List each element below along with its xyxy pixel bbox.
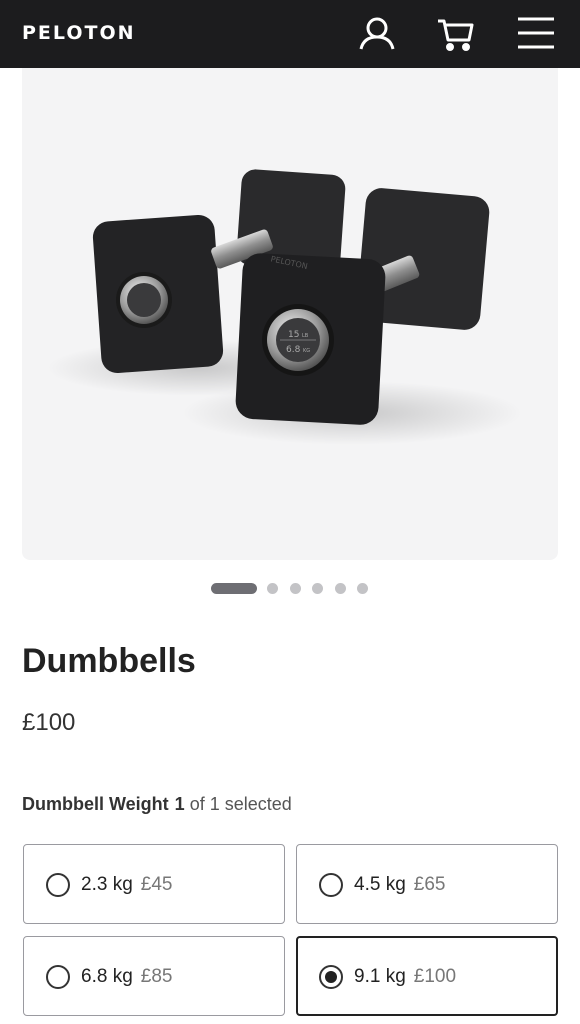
option-weight: 9.1 kg bbox=[354, 966, 406, 987]
product-image[interactable]: 15 LB 6.8 KG PELOTON bbox=[22, 68, 558, 560]
engraving-kg: 6.8 bbox=[286, 345, 301, 355]
product-price: £100 bbox=[22, 709, 76, 736]
selected-suffix: of 1 selected bbox=[189, 794, 292, 814]
carousel-dot-5[interactable] bbox=[335, 583, 346, 594]
cart-icon[interactable] bbox=[435, 14, 475, 54]
carousel-dot-2[interactable] bbox=[267, 583, 278, 594]
carousel-dot-3[interactable] bbox=[290, 583, 301, 594]
weight-option-2-3kg[interactable]: 2.3 kg £45 bbox=[23, 844, 285, 924]
carousel-pagination bbox=[0, 583, 580, 595]
option-weight: 2.3 kg bbox=[81, 874, 133, 895]
option-text: 4.5 kg £65 bbox=[354, 874, 445, 896]
option-weight: 4.5 kg bbox=[354, 874, 406, 895]
top-navigation-bar: PELOTON bbox=[0, 0, 580, 68]
menu-icon[interactable] bbox=[516, 14, 556, 54]
carousel-dot-4[interactable] bbox=[312, 583, 323, 594]
carousel-dot-1[interactable] bbox=[211, 583, 257, 594]
radio-button[interactable] bbox=[46, 965, 70, 989]
option-price: £85 bbox=[140, 966, 173, 987]
option-price: £45 bbox=[140, 874, 173, 895]
weight-option-4-5kg[interactable]: 4.5 kg £65 bbox=[296, 844, 558, 924]
radio-button[interactable] bbox=[46, 873, 70, 897]
option-text: 9.1 kg £100 bbox=[354, 966, 456, 988]
option-price: £65 bbox=[413, 874, 446, 895]
weight-option-6-8kg[interactable]: 6.8 kg £85 bbox=[23, 936, 285, 1016]
weight-label-text: Dumbbell Weight bbox=[22, 794, 169, 814]
carousel-dot-6[interactable] bbox=[357, 583, 368, 594]
option-price: £100 bbox=[413, 966, 457, 987]
engraving-lb-unit: LB bbox=[302, 333, 309, 339]
weight-selector-label: Dumbbell Weight 1 of 1 selected bbox=[22, 794, 292, 815]
selected-count: 1 bbox=[174, 794, 185, 814]
product-title: Dumbbells bbox=[22, 642, 196, 680]
radio-button[interactable] bbox=[319, 873, 343, 897]
option-text: 2.3 kg £45 bbox=[81, 874, 172, 896]
engraving-kg-unit: KG bbox=[303, 348, 310, 354]
peloton-logo[interactable]: PELOTON bbox=[22, 22, 136, 44]
radio-fill bbox=[325, 971, 337, 983]
radio-button-selected[interactable] bbox=[319, 965, 343, 989]
engraving-lb: 15 bbox=[288, 330, 299, 340]
option-text: 6.8 kg £85 bbox=[81, 966, 172, 988]
option-weight: 6.8 kg bbox=[81, 966, 133, 987]
weight-option-9-1kg[interactable]: 9.1 kg £100 bbox=[296, 936, 558, 1016]
account-icon[interactable] bbox=[357, 14, 397, 54]
